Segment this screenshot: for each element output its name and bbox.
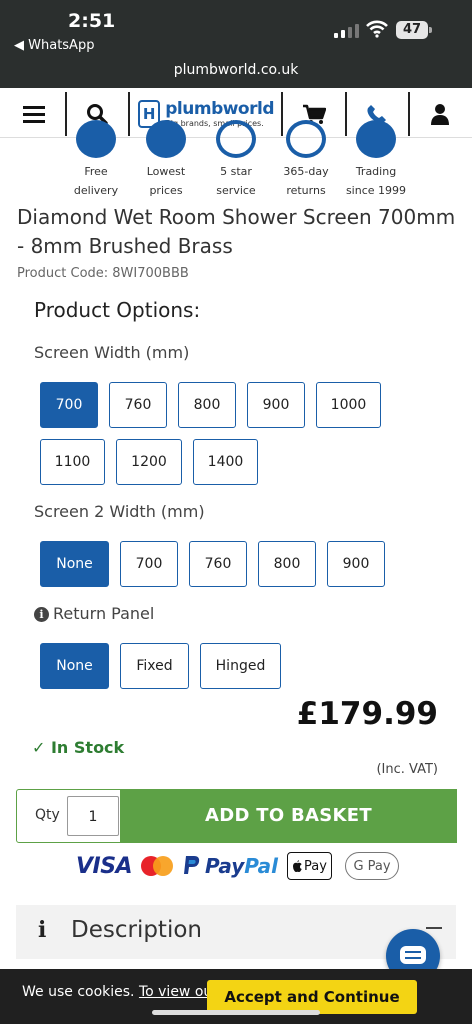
mastercard-logo bbox=[141, 856, 173, 878]
delivery-icon bbox=[76, 120, 116, 158]
menu-icon bbox=[23, 106, 45, 123]
usp-strip: Free delivery Lowest prices 5 star service … bbox=[0, 120, 472, 200]
battery-tip bbox=[429, 27, 432, 33]
price-tag-icon bbox=[146, 120, 186, 158]
screen2-width-option-760[interactable]: 760 bbox=[189, 541, 247, 587]
vat-note: (Inc. VAT) bbox=[376, 762, 438, 777]
add-to-basket-button[interactable]: ADD TO BASKET bbox=[120, 788, 457, 843]
chat-icon bbox=[400, 946, 426, 964]
cellular-signal-icon bbox=[334, 24, 359, 38]
nav-divider bbox=[345, 92, 347, 136]
collapse-icon[interactable] bbox=[426, 927, 442, 929]
battery-icon: 47 bbox=[396, 21, 428, 39]
usp-free-delivery: Free delivery bbox=[61, 120, 131, 200]
screen-width-option-1000[interactable]: 1000 bbox=[316, 382, 381, 428]
nav-divider bbox=[65, 92, 67, 136]
payment-methods: VISA PayPal Pay G Pay bbox=[0, 852, 472, 882]
cookie-policy-link[interactable]: To view ou bbox=[139, 984, 212, 1000]
paypal-logo: PayPal bbox=[183, 854, 278, 878]
product-code: Product Code: 8WI700BBB bbox=[17, 266, 189, 281]
return-panel-option-none[interactable]: None bbox=[40, 643, 109, 689]
paypal-p-icon bbox=[184, 856, 200, 874]
screen2-width-option-800[interactable]: 800 bbox=[258, 541, 316, 587]
add-to-basket-form: Qty 1 ADD TO BASKET bbox=[16, 788, 457, 843]
description-label: Description bbox=[71, 917, 202, 943]
screen-width-option-760[interactable]: 760 bbox=[109, 382, 167, 428]
account-icon bbox=[431, 104, 449, 125]
nav-divider bbox=[128, 92, 130, 136]
screen-width-option-1200[interactable]: 1200 bbox=[116, 439, 182, 485]
wifi-icon bbox=[366, 20, 388, 38]
qty-label: Qty bbox=[35, 807, 60, 823]
usp-trading-since: Trading since 1999 bbox=[341, 120, 411, 200]
status-time: 2:51 bbox=[68, 10, 116, 32]
product-options-heading: Product Options: bbox=[34, 298, 201, 322]
quantity-input[interactable]: 1 bbox=[67, 796, 119, 836]
info-icon[interactable]: i bbox=[34, 607, 49, 622]
usp-lowest-prices: Lowest prices bbox=[131, 120, 201, 200]
nav-divider bbox=[408, 92, 410, 136]
accept-cookies-button[interactable]: Accept and Continue bbox=[207, 980, 417, 1014]
screen-width-option-1100[interactable]: 1100 bbox=[40, 439, 105, 485]
home-indicator[interactable] bbox=[152, 1010, 320, 1015]
usp-five-star-service: 5 star service bbox=[201, 120, 271, 200]
back-to-whatsapp-link[interactable]: ◀ WhatsApp bbox=[14, 38, 94, 53]
screen2-width-label: Screen 2 Width (mm) bbox=[34, 502, 205, 521]
screen2-width-option-900[interactable]: 900 bbox=[327, 541, 385, 587]
product-price: £179.99 bbox=[296, 696, 438, 732]
return-panel-option-fixed[interactable]: Fixed bbox=[120, 643, 189, 689]
screen-width-option-800[interactable]: 800 bbox=[178, 382, 236, 428]
screen-width-option-700[interactable]: 700 bbox=[40, 382, 98, 428]
info-icon: i bbox=[38, 917, 47, 943]
visa-logo: VISA bbox=[76, 854, 133, 879]
star-icon bbox=[216, 120, 256, 158]
calendar-icon bbox=[356, 120, 396, 158]
returns-icon bbox=[286, 120, 326, 158]
logo-name: plumbworld bbox=[165, 98, 274, 119]
account-button[interactable] bbox=[418, 94, 462, 134]
apple-icon bbox=[293, 859, 302, 872]
google-pay-logo: G Pay bbox=[345, 852, 399, 880]
url-bar[interactable]: plumbworld.co.uk bbox=[0, 62, 472, 78]
cookie-banner: We use cookies. To view ou Accept and Co… bbox=[0, 969, 472, 1024]
cookie-message: We use cookies. To view ou bbox=[22, 984, 213, 1000]
screen-width-option-900[interactable]: 900 bbox=[247, 382, 305, 428]
menu-button[interactable] bbox=[14, 94, 54, 134]
screen-width-option-1400[interactable]: 1400 bbox=[193, 439, 258, 485]
return-panel-option-hinged[interactable]: Hinged bbox=[200, 643, 281, 689]
return-panel-label: i Return Panel bbox=[34, 604, 154, 623]
usp-returns: 365-day returns bbox=[271, 120, 341, 200]
status-bar: 2:51 ◀ WhatsApp 47 plumbworld.co.uk bbox=[0, 0, 472, 88]
nav-divider bbox=[281, 92, 283, 136]
screen-width-label: Screen Width (mm) bbox=[34, 343, 190, 362]
stock-status: ✓ In Stock bbox=[32, 738, 125, 757]
apple-pay-logo: Pay bbox=[287, 852, 332, 880]
screen2-width-option-700[interactable]: 700 bbox=[120, 541, 178, 587]
screen2-width-option-none[interactable]: None bbox=[40, 541, 109, 587]
product-title: Diamond Wet Room Shower Screen 700mm - 8… bbox=[17, 205, 456, 258]
